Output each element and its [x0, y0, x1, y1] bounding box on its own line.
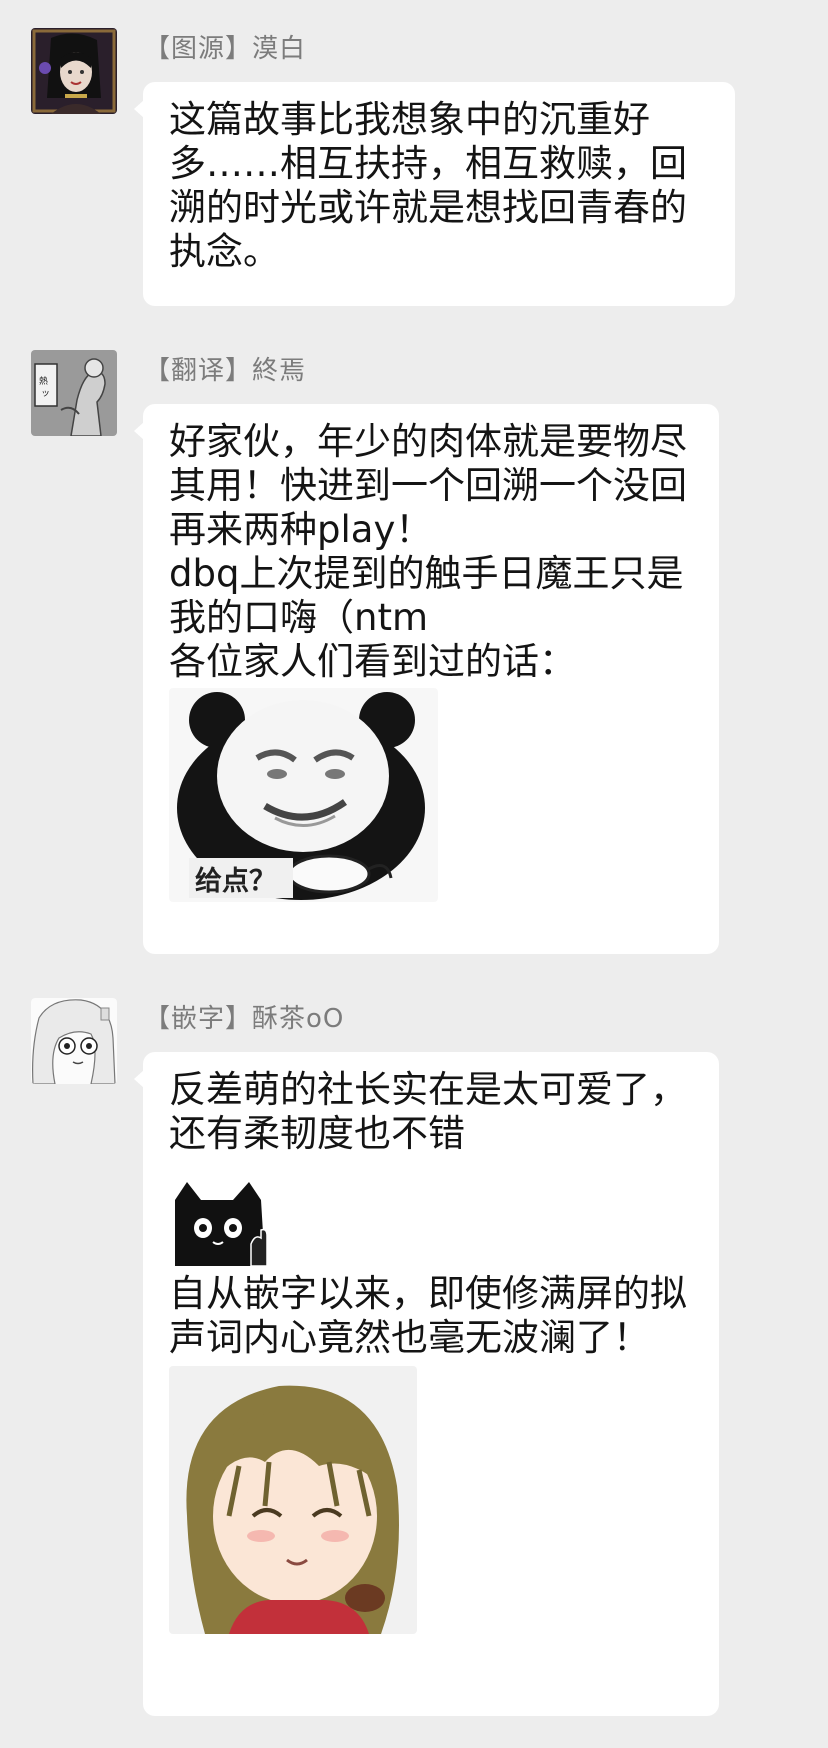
sender-role: 【嵌字】	[144, 1004, 253, 1034]
black-cat-thumbs-up-sticker[interactable]	[169, 1170, 273, 1266]
sender-name: 【图源】漠白	[144, 28, 306, 65]
sender-nickname: 酥茶oO	[252, 1004, 345, 1034]
svg-text:熱: 熱	[39, 375, 48, 387]
sticker-caption: 给点？	[195, 866, 276, 897]
sender-nickname: 終焉	[252, 356, 307, 386]
message-text: 反差萌的社长实在是太可爱了，还有柔韧度也不错	[169, 1068, 687, 1155]
sender-name: 【嵌字】酥茶oO	[144, 998, 344, 1035]
svg-text:ッ: ッ	[41, 389, 50, 399]
sender-name: 【翻译】終焉	[144, 350, 306, 387]
message-text-line: dbq上次提到的触手日魔王只是我的口嗨（ntm	[169, 552, 684, 639]
avatar[interactable]	[31, 28, 117, 114]
sender-role: 【图源】	[144, 34, 253, 64]
message-text: 这篇故事比我想象中的沉重好多……相互扶持，相互救赎，回溯的时光或许就是想找回青春…	[169, 98, 687, 273]
message-text: 自从嵌字以来，即使修满屏的拟声词内心竟然也毫无波澜了！	[169, 1272, 687, 1359]
sender-role: 【翻译】	[144, 356, 253, 386]
message-text-line: 好家伙，年少的肉体就是要物尽其用！快进到一个回溯一个没回再来两种play！	[169, 420, 687, 551]
message-bubble[interactable]: 好家伙，年少的肉体就是要物尽其用！快进到一个回溯一个没回再来两种play！ db…	[134, 404, 719, 954]
anime-girl-smile-sticker[interactable]	[169, 1366, 417, 1634]
message-text-line: 各位家人们看到过的话：	[169, 640, 576, 683]
sender-nickname: 漠白	[252, 34, 307, 64]
panda-meme-sticker[interactable]: 给点？	[169, 688, 438, 902]
avatar[interactable]: 熱 ッ	[31, 350, 117, 436]
avatar[interactable]	[31, 998, 117, 1084]
message-bubble[interactable]: 这篇故事比我想象中的沉重好多……相互扶持，相互救赎，回溯的时光或许就是想找回青春…	[134, 82, 735, 306]
message-bubble[interactable]: 反差萌的社长实在是太可爱了，还有柔韧度也不错 自从嵌字以来，即使修满屏的拟声词内…	[134, 1052, 719, 1716]
